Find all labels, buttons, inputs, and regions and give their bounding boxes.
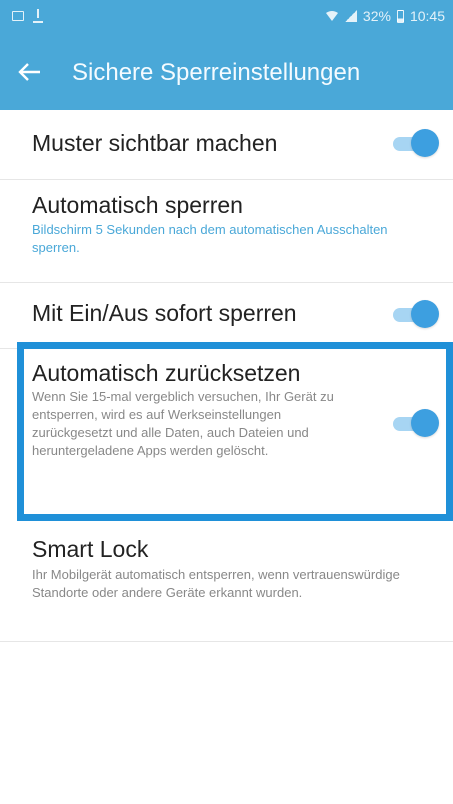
toggle-thumb xyxy=(411,409,439,437)
toggle-thumb xyxy=(411,129,439,157)
setting-title: Automatisch zurücksetzen xyxy=(32,360,301,386)
setting-summary: Bildschirm 5 Sekunden nach dem automatis… xyxy=(32,222,388,255)
setting-row-ein-aus-sperren[interactable]: Mit Ein/Aus sofort sperren xyxy=(0,283,453,349)
setting-title: Mit Ein/Aus sofort sperren xyxy=(32,300,297,326)
system-icons: 32% 10:45 xyxy=(325,8,445,24)
app-bar: Sichere Sperreinstellungen xyxy=(0,34,453,110)
clock: 10:45 xyxy=(409,8,445,24)
setting-summary: Wenn Sie 15-mal vergeblich versuchen, Ih… xyxy=(32,389,334,458)
setting-row-automatisch-sperren[interactable]: Automatisch sperren Bildschirm 5 Sekunde… xyxy=(0,180,453,283)
page-title: Sichere Sperreinstellungen xyxy=(72,59,361,86)
setting-row-muster-sichtbar[interactable]: Muster sichtbar machen xyxy=(0,110,453,180)
setting-title: Muster sichtbar machen xyxy=(32,130,278,156)
toggle-thumb xyxy=(411,300,439,328)
toggle-switch-muster-sichtbar[interactable] xyxy=(389,129,439,157)
setting-row-automatisch-zuruecksetzen[interactable]: Automatisch zurücksetzen Wenn Sie 15-mal… xyxy=(0,349,453,521)
setting-summary: Ihr Mobilgerät automatisch entsperren, w… xyxy=(32,567,400,600)
toggle-switch-automatisch-zuruecksetzen[interactable] xyxy=(389,409,439,437)
screenshot-icon xyxy=(12,11,24,21)
battery-percentage: 32% xyxy=(362,8,391,24)
download-icon xyxy=(32,9,44,23)
setting-title: Automatisch sperren xyxy=(32,192,243,218)
toggle-switch-ein-aus-sperren[interactable] xyxy=(389,300,439,328)
notification-icons xyxy=(12,9,44,23)
signal-icon xyxy=(344,10,357,22)
settings-screen: 32% 10:45 Sichere Sperreinstellungen Mus… xyxy=(0,0,453,804)
arrow-left-icon[interactable] xyxy=(14,56,46,88)
status-bar: 32% 10:45 xyxy=(0,0,453,34)
setting-row-smart-lock[interactable]: Smart Lock Ihr Mobilgerät automatisch en… xyxy=(0,521,453,642)
battery-icon xyxy=(396,9,404,23)
wifi-icon xyxy=(325,11,338,21)
setting-title: Smart Lock xyxy=(32,536,149,562)
